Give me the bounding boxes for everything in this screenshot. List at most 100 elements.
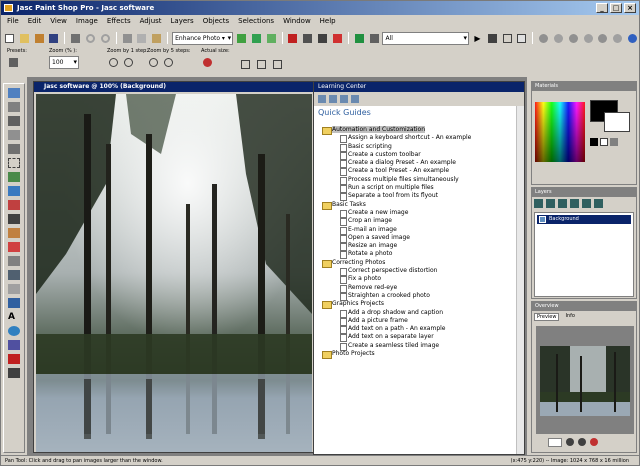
home-icon[interactable] xyxy=(340,95,348,103)
toggle-palette-2-icon[interactable] xyxy=(552,32,565,45)
tree-item[interactable]: Crop an image xyxy=(318,217,522,227)
tree-item[interactable]: Create a tool Preset - An example xyxy=(318,167,522,177)
deform-tool-icon[interactable] xyxy=(8,116,20,126)
picture-tube-icon[interactable] xyxy=(8,368,20,378)
eraser-icon[interactable] xyxy=(8,284,20,294)
tree-item[interactable]: Create a new image xyxy=(318,209,522,219)
image-canvas[interactable] xyxy=(36,94,312,452)
flood-fill-icon[interactable] xyxy=(8,298,20,308)
toggle-palette-1-icon[interactable] xyxy=(537,32,550,45)
tree-item[interactable]: Add a picture frame xyxy=(318,317,522,327)
toggle-palette-6-icon[interactable] xyxy=(611,32,624,45)
menu-image[interactable]: Image xyxy=(76,15,98,28)
maximize-button[interactable]: □ xyxy=(610,3,622,13)
undo-icon[interactable] xyxy=(84,32,97,45)
tree-item[interactable]: Correct perspective distortion xyxy=(318,267,522,277)
help-topics-icon[interactable] xyxy=(351,95,359,103)
duplicate-layer-icon[interactable] xyxy=(582,199,591,208)
overview-zoom-in-icon[interactable] xyxy=(566,438,574,446)
paste-icon[interactable] xyxy=(150,32,163,45)
clone-brush-icon[interactable] xyxy=(8,228,20,238)
redo-icon[interactable] xyxy=(99,32,112,45)
back-icon[interactable] xyxy=(318,95,326,103)
new-raster-layer-icon[interactable] xyxy=(534,199,543,208)
move-tool-icon[interactable] xyxy=(8,144,20,154)
zoom-in-1-icon[interactable] xyxy=(122,56,135,69)
menu-effects[interactable]: Effects xyxy=(107,15,131,28)
learning-center-scrollbar[interactable] xyxy=(516,106,524,454)
copy-icon[interactable] xyxy=(136,32,149,45)
tree-item[interactable]: Open a saved image xyxy=(318,234,522,244)
tree-item[interactable]: Straighten a crooked photo xyxy=(318,292,522,302)
tree-category[interactable]: Graphics Projects xyxy=(318,300,522,310)
run-script-icon[interactable]: ▶ xyxy=(471,32,484,45)
contrast-icon[interactable] xyxy=(265,32,278,45)
new-adjustment-layer-icon[interactable] xyxy=(558,199,567,208)
delete-layer-icon[interactable] xyxy=(594,199,603,208)
tree-item[interactable]: Basic scripting xyxy=(318,143,522,152)
overview-zoom-out-icon[interactable] xyxy=(578,438,586,446)
crop-icon[interactable] xyxy=(316,32,329,45)
menu-window[interactable]: Window xyxy=(283,15,311,28)
tree-item[interactable]: Create a custom toolbar xyxy=(318,151,522,161)
tree-item[interactable]: Create a seamless tiled image xyxy=(318,342,522,352)
print-icon[interactable] xyxy=(69,32,82,45)
zoom-tool-icon[interactable] xyxy=(8,102,20,112)
text-tool-icon[interactable]: A xyxy=(8,312,20,322)
record-script-icon[interactable] xyxy=(515,32,528,45)
tree-item[interactable]: Add text on a separate layer xyxy=(318,333,522,343)
one-step-fix-icon[interactable] xyxy=(235,32,248,45)
tree-item[interactable]: Rotate a photo xyxy=(318,250,522,260)
tree-item[interactable]: Assign a keyboard shortcut - An example xyxy=(318,134,522,144)
script-select[interactable]: All xyxy=(382,31,470,45)
overview-zoom-field[interactable] xyxy=(548,438,562,447)
fit-image-icon[interactable] xyxy=(255,58,268,71)
menu-edit[interactable]: Edit xyxy=(28,15,42,28)
tree-category[interactable]: Basic Tasks xyxy=(318,201,522,211)
fit-screen-icon[interactable] xyxy=(271,58,284,71)
paint-brush-icon[interactable] xyxy=(8,214,20,224)
tab-info[interactable]: Info xyxy=(565,313,574,321)
menu-objects[interactable]: Objects xyxy=(203,15,229,28)
presets-icon[interactable] xyxy=(7,56,20,69)
tree-item[interactable]: Resize an image xyxy=(318,242,522,252)
tree-item[interactable]: Run a script on multiple files xyxy=(318,184,522,194)
toggle-palette-3-icon[interactable] xyxy=(567,32,580,45)
help-icon[interactable] xyxy=(626,32,639,45)
zoom-out-5-icon[interactable] xyxy=(147,56,160,69)
overview-preview[interactable] xyxy=(536,326,634,434)
histogram-icon[interactable] xyxy=(353,32,366,45)
warp-brush-icon[interactable] xyxy=(8,354,20,364)
straighten-icon[interactable] xyxy=(301,32,314,45)
menu-layers[interactable]: Layers xyxy=(171,15,194,28)
style-swatch-3[interactable] xyxy=(610,138,618,146)
save-icon[interactable] xyxy=(47,32,60,45)
tree-item[interactable]: Remove red-eye xyxy=(318,284,522,293)
toggle-palette-4-icon[interactable] xyxy=(582,32,595,45)
smudge-icon[interactable] xyxy=(8,270,20,280)
fit-window-icon[interactable] xyxy=(239,58,252,71)
zoom-input[interactable]: 100 xyxy=(49,56,79,69)
actual-size-icon[interactable] xyxy=(201,56,214,69)
tree-item[interactable]: Separate a tool from its flyout xyxy=(318,192,522,202)
edit-script-icon[interactable] xyxy=(501,32,514,45)
tab-preview[interactable]: Preview xyxy=(534,313,560,321)
color-balance-icon[interactable] xyxy=(250,32,263,45)
pen-tool-icon[interactable] xyxy=(8,340,20,350)
style-swatch-1[interactable] xyxy=(590,138,598,146)
overview-actual-size-icon[interactable] xyxy=(590,438,598,446)
dropper-icon[interactable] xyxy=(8,200,20,210)
tree-item[interactable]: Add a drop shadow and caption xyxy=(318,309,522,318)
perspective-icon[interactable] xyxy=(331,32,344,45)
red-eye-icon[interactable] xyxy=(287,32,300,45)
color-spectrum[interactable] xyxy=(535,102,585,162)
image-window[interactable]: Jasc software @ 100% (Background) xyxy=(33,81,317,453)
tree-item[interactable]: Process multiple files simultaneously xyxy=(318,176,522,186)
freehand-selection-icon[interactable] xyxy=(8,172,20,182)
tree-category[interactable]: Correcting Photos xyxy=(318,259,522,269)
tree-item[interactable]: Fix a photo xyxy=(318,275,522,285)
zoom-out-1-icon[interactable] xyxy=(107,56,120,69)
red-eye-tool-icon[interactable] xyxy=(8,242,20,252)
browse-icon[interactable] xyxy=(33,32,46,45)
toggle-palette-5-icon[interactable] xyxy=(597,32,610,45)
